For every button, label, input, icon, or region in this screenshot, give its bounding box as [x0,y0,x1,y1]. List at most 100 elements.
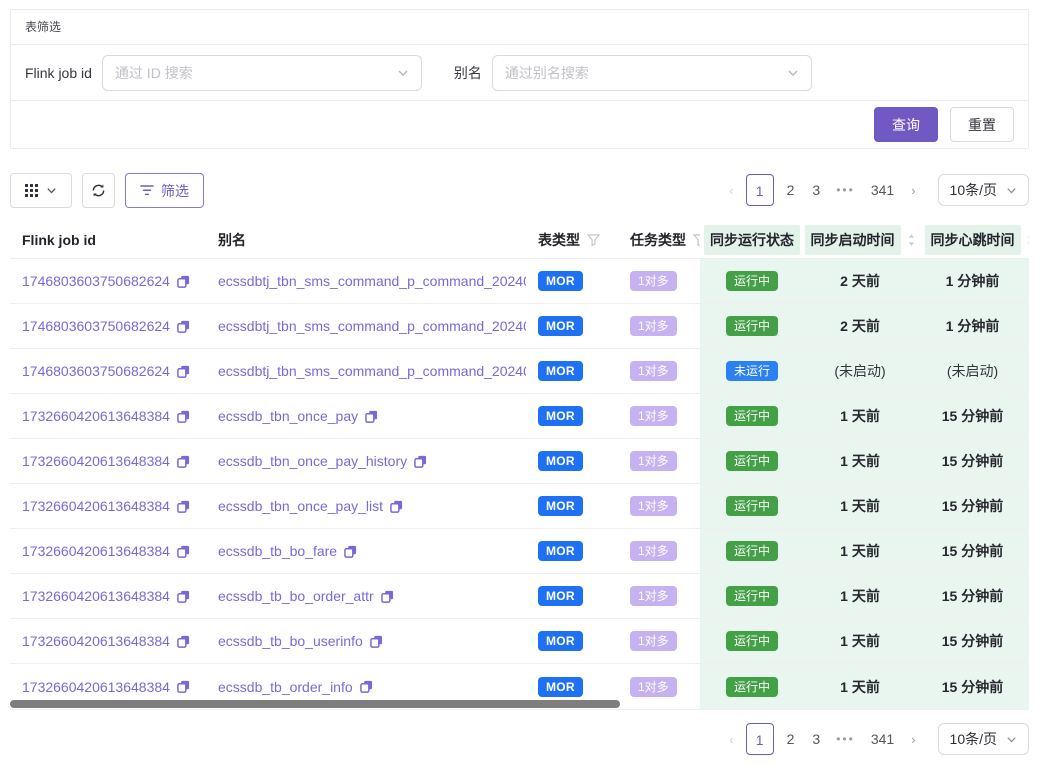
heartbeat-time-value: (未启动) [947,361,998,381]
job-id-cell: 1732660420613648384 [10,529,206,573]
sync-start-time-cell: 1 天前 [804,529,916,573]
job-id-link[interactable]: 1746803603750682624 [22,363,170,379]
task-type-cell: 1对多 [618,439,700,483]
refresh-button[interactable] [82,173,115,208]
copy-icon[interactable] [177,455,190,468]
copy-icon[interactable] [177,410,190,423]
alias-link[interactable]: ecssdb_tbn_once_pay [218,408,358,424]
alias-link[interactable]: ecssdb_tb_order_info [218,679,353,695]
copy-icon[interactable] [177,545,190,558]
job-id-link[interactable]: 1746803603750682624 [22,318,170,334]
start-time-value: 1 天前 [840,406,880,426]
alias-link[interactable]: ecssdb_tbn_once_pay_list [218,498,383,514]
status-badge: 未运行 [726,361,778,381]
alias-select[interactable]: 通过别名搜索 [492,55,812,91]
alias-link[interactable]: ecssdb_tbn_once_pay_history [218,453,407,469]
next-page-button[interactable]: › [903,183,923,198]
flink-job-id-select[interactable]: 通过 ID 搜索 [102,55,422,91]
alias-cell: ecssdbtj_tbn_sms_command_p_command_20240… [206,259,526,303]
job-id-link[interactable]: 1746803603750682624 [22,273,170,289]
page-last[interactable]: 341 [862,723,903,755]
table-filter-card: 表筛选 Flink job id 通过 ID 搜索 别名 通过别名搜索 查询 重… [10,9,1029,149]
copy-icon[interactable] [344,545,357,558]
sync-start-time-cell: 1 天前 [804,439,916,483]
job-id-link[interactable]: 1732660420613648384 [22,543,170,559]
table-type-cell: MOR [526,529,618,573]
job-id-link[interactable]: 1732660420613648384 [22,679,170,695]
table-type-cell: MOR [526,349,618,393]
copy-icon[interactable] [381,590,394,603]
table-type-tag: MOR [538,406,583,426]
page-1-active[interactable]: 1 [746,174,774,206]
filter-funnel-icon[interactable] [587,234,600,246]
job-id-link[interactable]: 1732660420613648384 [22,453,170,469]
copy-icon[interactable] [177,320,190,333]
copy-icon[interactable] [177,500,190,513]
filter-button-label: 筛选 [161,181,189,201]
chevron-down-icon [46,185,57,196]
alias-link[interactable]: ecssdbtj_tbn_sms_command_p_command_20240… [218,363,526,379]
next-page-button[interactable]: › [903,732,923,747]
sync-start-time-cell: 2 天前 [804,259,916,303]
page-1-active[interactable]: 1 [746,723,774,755]
header-sync-heartbeat-time: 同步心跳时间 [916,222,1029,258]
copy-icon[interactable] [390,500,403,513]
page-2[interactable]: 2 [778,174,804,206]
sync-status-cell: 未运行 [700,349,804,393]
horizontal-scrollbar-thumb[interactable] [10,700,620,708]
page-jump-ellipsis[interactable]: ••• [829,183,862,197]
alias-link[interactable]: ecssdb_tb_bo_order_attr [218,588,374,604]
sorter-icon[interactable] [907,233,916,247]
alias-link[interactable]: ecssdbtj_tbn_sms_command_p_command_20240… [218,273,526,289]
job-id-cell: 1732660420613648384 [10,394,206,438]
prev-page-button[interactable]: ‹ [721,732,741,747]
copy-icon[interactable] [365,410,378,423]
column-settings-button[interactable] [10,173,72,208]
page-last[interactable]: 341 [862,174,903,206]
copy-icon[interactable] [177,275,190,288]
start-time-value: (未启动) [834,361,885,381]
table-type-cell: MOR [526,619,618,663]
job-id-link[interactable]: 1732660420613648384 [22,498,170,514]
copy-icon[interactable] [177,680,190,693]
page-jump-ellipsis[interactable]: ••• [829,732,862,746]
page-size-select[interactable]: 10条/页 [938,174,1029,206]
filter-button[interactable]: 筛选 [125,173,204,208]
job-id-link[interactable]: 1732660420613648384 [22,408,170,424]
alias-link[interactable]: ecssdb_tb_bo_fare [218,543,337,559]
chevron-down-icon [397,67,409,79]
alias-cell: ecssdbtj_tbn_sms_command_p_command_20240… [206,304,526,348]
copy-icon[interactable] [360,680,373,693]
sync-start-time-cell: 1 天前 [804,484,916,528]
status-badge: 运行中 [726,406,778,426]
page-3[interactable]: 3 [803,723,829,755]
prev-page-button[interactable]: ‹ [721,183,741,198]
alias-link[interactable]: ecssdb_tb_bo_userinfo [218,633,363,649]
job-id-cell: 1732660420613648384 [10,484,206,528]
sync-heartbeat-time-cell: 1 分钟前 [916,304,1029,348]
copy-icon[interactable] [414,455,427,468]
sync-heartbeat-time-cell: 15 分钟前 [916,619,1029,663]
pagination-top: ‹ 1 2 3 ••• 341 › 10条/页 [721,174,1029,206]
job-id-link[interactable]: 1732660420613648384 [22,588,170,604]
filter-form: Flink job id 通过 ID 搜索 别名 通过别名搜索 [11,45,1028,101]
job-id-link[interactable]: 1732660420613648384 [22,633,170,649]
table-header-row: Flink job id 别名 表类型 任务类型 同步运行状态 同步启动时间 同… [10,222,1029,259]
copy-icon[interactable] [177,365,190,378]
sync-start-time-cell: 1 天前 [804,574,916,618]
page-3[interactable]: 3 [803,174,829,206]
reset-button[interactable]: 重置 [950,107,1014,142]
copy-icon[interactable] [370,635,383,648]
alias-link[interactable]: ecssdbtj_tbn_sms_command_p_command_20240… [218,318,526,334]
query-button[interactable]: 查询 [874,107,938,142]
copy-icon[interactable] [177,590,190,603]
filter-funnel-icon[interactable] [693,234,700,246]
sorter-icon[interactable] [1026,233,1029,247]
sync-heartbeat-time-cell: 15 分钟前 [916,574,1029,618]
sync-status-cell: 运行中 [700,259,804,303]
table-type-tag: MOR [538,361,583,381]
heartbeat-time-value: 15 分钟前 [942,631,1003,651]
page-size-select[interactable]: 10条/页 [938,723,1029,755]
page-2[interactable]: 2 [778,723,804,755]
copy-icon[interactable] [177,635,190,648]
